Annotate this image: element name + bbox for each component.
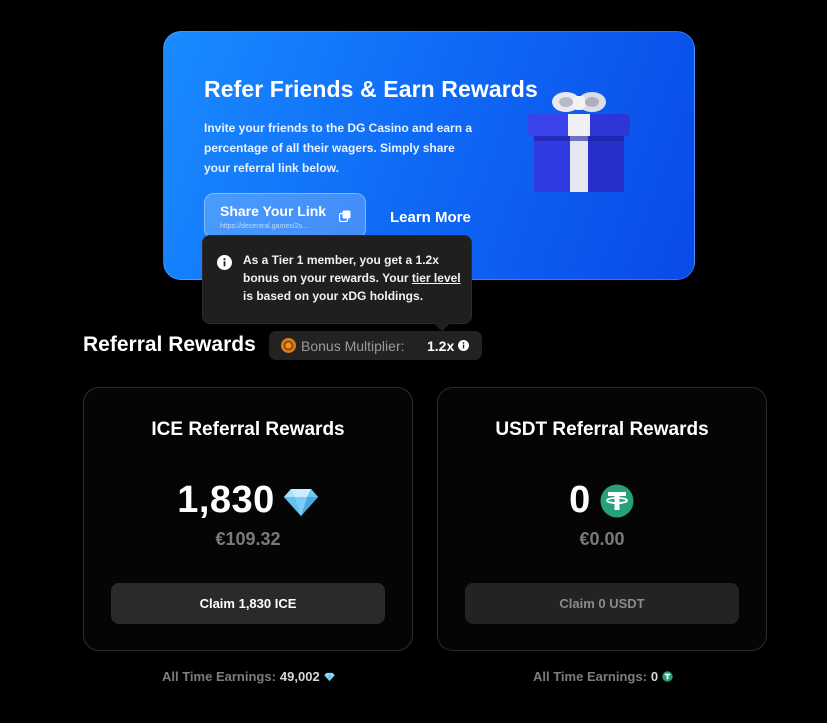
usdt-earnings-value: 0 [650,669,659,684]
info-icon[interactable] [458,340,469,351]
usdt-amount-row: 0 [438,479,766,522]
ice-earnings-label: All Time Earnings: [162,669,276,684]
usdt-amount: 0 [569,479,591,521]
ice-earnings-value: 49,002 [279,669,320,684]
learn-more-link[interactable]: Learn More [390,209,471,226]
tier-tooltip: As a Tier 1 member, you get a 1.2x bonus… [202,235,472,324]
share-link-label: Share Your Link [220,203,327,219]
ice-amount: 1,830 [177,479,275,521]
share-link-url: https://decentral.games/2s... [220,223,308,230]
copy-icon[interactable] [339,210,351,222]
section-title: Referral Rewards [83,333,256,356]
usdt-rewards-card: USDT Referral Rewards 0 €0.00 Claim 0 US… [437,387,767,651]
coin-icon [281,338,296,353]
referral-page: Refer Friends & Earn Rewards Invite your… [0,0,827,723]
multiplier-label: Bonus Multiplier: [301,338,405,354]
share-link-button[interactable]: Share Your Link https://decentral.games/… [204,193,366,239]
claim-usdt-button[interactable]: Claim 0 USDT [465,583,739,624]
tooltip-text-after: is based on your xDG holdings. [243,289,424,303]
usdt-card-title: USDT Referral Rewards [495,419,709,440]
banner-description: Invite your friends to the DG Casino and… [204,121,473,175]
ice-diamond-icon [283,488,318,516]
claim-ice-button[interactable]: Claim 1,830 ICE [111,583,385,624]
bonus-multiplier-badge[interactable]: Bonus Multiplier: 1.2x [269,331,482,360]
ice-fiat-value: €109.32 [215,529,281,549]
tooltip-text: As a Tier 1 member, you get a 1.2x bonus… [243,251,463,305]
usdt-earnings-label: All Time Earnings: [533,669,647,684]
gift-icon [528,92,630,192]
ice-diamond-icon [323,672,335,682]
tether-icon [600,484,634,517]
usdt-fiat-value: €0.00 [579,529,625,549]
multiplier-value: 1.2x [427,338,455,354]
tier-level-link[interactable]: tier level [412,271,461,285]
ice-card-title: ICE Referral Rewards [151,419,345,440]
ice-all-time-earnings: All Time Earnings: 49,002 [162,669,335,684]
usdt-all-time-earnings: All Time Earnings: 0 [533,669,673,684]
tether-icon [662,671,673,682]
banner-title: Refer Friends & Earn Rewards [204,76,538,102]
info-icon [217,255,232,270]
ice-amount-row: 1,830 [84,479,412,522]
ice-rewards-card: ICE Referral Rewards 1,830 €109.32 Claim… [83,387,413,651]
tooltip-text-before: As a Tier 1 member, you get a 1.2x bonus… [243,253,439,285]
